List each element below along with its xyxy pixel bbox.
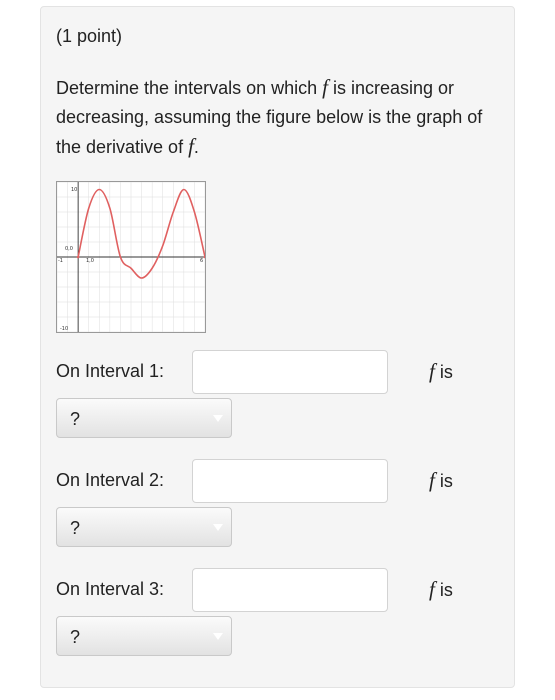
derivative-graph: 10 -10 -1 6 0,0 1,0 [56,181,206,333]
interval-1-input[interactable] [192,350,388,394]
is-text: is [434,362,453,382]
curve-point [76,255,80,259]
point-label: 0,0 [65,246,73,252]
question-text-end: . [193,137,199,157]
is-text: is [434,580,453,600]
problem-card: (1 point) Determine the intervals on whi… [40,6,515,688]
point-label: 1,0 [86,258,94,264]
chevron-down-icon [213,633,223,640]
interval-1-label: On Interval 1: [56,361,165,381]
interval-3-label: On Interval 3: [56,579,165,599]
graph-canvas: 10 -10 -1 6 0,0 1,0 [57,182,205,332]
interval-2-input[interactable] [192,459,388,503]
select-value: ? [70,627,81,647]
x-min-label: -1 [58,258,63,264]
curve-point [203,255,205,259]
y-min-label: -10 [60,326,68,332]
f-is-label: f is [429,468,453,493]
interval-2-select[interactable]: ? [56,507,232,547]
interval-3-input[interactable] [192,568,388,612]
y-max-label: 10 [71,187,77,193]
x-max-label: 6 [200,258,203,264]
f-is-label: f is [429,577,453,602]
interval-1-select[interactable]: ? [56,398,232,438]
interval-3-select[interactable]: ? [56,616,232,656]
interval-2-label: On Interval 2: [56,470,165,490]
question-text: Determine the intervals on which f is in… [56,73,496,162]
f-is-label: f is [429,359,453,384]
chevron-down-icon [213,415,223,422]
select-value: ? [70,518,81,538]
chevron-down-icon [213,524,223,531]
question-text-start: Determine the intervals on which [56,78,323,98]
is-text: is [434,471,453,491]
select-value: ? [70,409,81,429]
points-label: (1 point) [56,26,123,46]
